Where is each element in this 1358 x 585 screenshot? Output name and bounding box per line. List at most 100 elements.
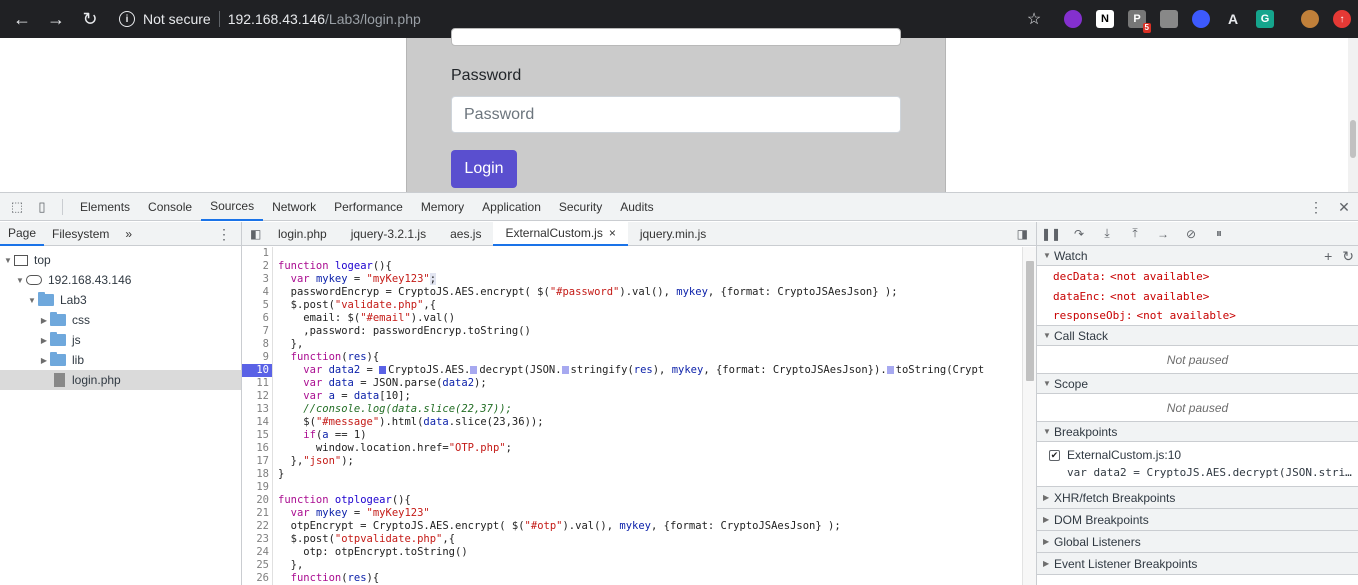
line-number[interactable]: 1 bbox=[242, 247, 272, 260]
reload-icon[interactable]: ↻ bbox=[74, 3, 106, 35]
breakpoints-header[interactable]: ▼ Breakpoints bbox=[1037, 422, 1358, 442]
tab-memory[interactable]: Memory bbox=[412, 193, 473, 221]
line-number[interactable]: 2 bbox=[242, 260, 272, 273]
more-options-icon[interactable]: ⋮ bbox=[1302, 199, 1330, 216]
tab-jquery-3-2-1-js[interactable]: jquery-3.2.1.js bbox=[339, 222, 438, 246]
toggle-debugger-icon[interactable]: ◨ bbox=[1017, 227, 1028, 241]
line-number[interactable]: 16 bbox=[242, 442, 272, 455]
close-icon[interactable]: ✕ bbox=[1330, 199, 1358, 216]
expand-triangle-icon[interactable]: ▼ bbox=[2, 256, 14, 265]
line-number[interactable]: 20 bbox=[242, 494, 272, 507]
scope-header[interactable]: ▼ Scope bbox=[1037, 374, 1358, 394]
line-number[interactable]: 9 bbox=[242, 351, 272, 364]
line-number[interactable]: 19 bbox=[242, 481, 272, 494]
tab-network[interactable]: Network bbox=[263, 193, 325, 221]
tree-item-lib[interactable]: ▶ lib bbox=[0, 350, 241, 370]
scroll-thumb[interactable] bbox=[1026, 261, 1034, 381]
xhr-breakpoints-header[interactable]: ▶ XHR/fetch Breakpoints bbox=[1037, 487, 1358, 509]
editor-scrollbar[interactable] bbox=[1022, 247, 1036, 585]
breakpoint-line-number[interactable]: 10 bbox=[242, 364, 272, 377]
avatar[interactable] bbox=[1301, 10, 1319, 28]
close-tab-icon[interactable]: × bbox=[609, 226, 616, 240]
inline-breakpoint-icon[interactable] bbox=[886, 366, 894, 374]
tree-item-css[interactable]: ▶ css bbox=[0, 310, 241, 330]
line-number[interactable]: 17 bbox=[242, 455, 272, 468]
line-number[interactable]: 7 bbox=[242, 325, 272, 338]
star-icon[interactable]: ☆ bbox=[1025, 10, 1043, 28]
collapse-triangle-icon[interactable]: ▶ bbox=[38, 356, 50, 365]
line-number[interactable]: 6 bbox=[242, 312, 272, 325]
line-number[interactable]: 26 bbox=[242, 572, 272, 585]
password-field[interactable]: Password bbox=[451, 96, 901, 133]
pause-on-exceptions-icon[interactable]: ⏸ bbox=[1205, 226, 1233, 241]
line-number[interactable]: 22 bbox=[242, 520, 272, 533]
forward-icon[interactable]: → bbox=[40, 3, 72, 35]
expand-triangle-icon[interactable]: ▼ bbox=[1043, 427, 1054, 436]
collapse-triangle-icon[interactable]: ▶ bbox=[1043, 537, 1054, 546]
tab-page[interactable]: Page bbox=[0, 222, 45, 246]
scroll-thumb[interactable] bbox=[1350, 120, 1356, 158]
step-into-icon[interactable]: ⤓ bbox=[1093, 226, 1121, 241]
notion-icon[interactable]: N bbox=[1096, 10, 1114, 28]
tree-item-top[interactable]: ▼ top bbox=[0, 250, 241, 270]
device-toggle-icon[interactable]: ▯ bbox=[34, 199, 50, 215]
extension-blue-icon[interactable] bbox=[1192, 10, 1210, 28]
expand-triangle-icon[interactable]: ▼ bbox=[26, 296, 38, 305]
line-number[interactable]: 23 bbox=[242, 533, 272, 546]
line-number[interactable]: 24 bbox=[242, 546, 272, 559]
tab-jquery-min-js[interactable]: jquery.min.js bbox=[628, 222, 718, 246]
deactivate-breakpoints-icon[interactable]: ⊘ bbox=[1177, 227, 1205, 241]
collapse-triangle-icon[interactable]: ▶ bbox=[38, 316, 50, 325]
breakpoint-item[interactable]: ✔ ExternalCustom.js:10 bbox=[1037, 446, 1358, 464]
update-icon[interactable]: ↑ bbox=[1333, 10, 1351, 28]
step-out-icon[interactable]: ⤒ bbox=[1121, 226, 1149, 241]
expand-triangle-icon[interactable]: ▼ bbox=[1043, 379, 1054, 388]
breakpoint-checkbox[interactable]: ✔ bbox=[1049, 449, 1060, 461]
back-icon[interactable]: ← bbox=[6, 3, 38, 35]
login-button[interactable]: Login bbox=[451, 150, 517, 188]
tree-item-login-php[interactable]: login.php bbox=[0, 370, 241, 390]
collapse-triangle-icon[interactable]: ▶ bbox=[1043, 559, 1054, 568]
inspect-icon[interactable]: ⬚ bbox=[9, 199, 25, 215]
step-over-icon[interactable]: ↷ bbox=[1065, 227, 1093, 241]
line-number[interactable]: 15 bbox=[242, 429, 272, 442]
tab-filesystem[interactable]: Filesystem bbox=[44, 222, 117, 246]
watch-header[interactable]: ▼ Watch + ↻ bbox=[1037, 246, 1358, 266]
dom-breakpoints-header[interactable]: ▶ DOM Breakpoints bbox=[1037, 509, 1358, 531]
line-number[interactable]: 13 bbox=[242, 403, 272, 416]
refresh-icon[interactable]: ↻ bbox=[1342, 248, 1354, 265]
tab-application[interactable]: Application bbox=[473, 193, 550, 221]
tab-login-php[interactable]: login.php bbox=[266, 222, 339, 246]
line-number[interactable]: 11 bbox=[242, 377, 272, 390]
expand-triangle-icon[interactable]: ▼ bbox=[1043, 331, 1054, 340]
watch-item[interactable]: decData: <not available> bbox=[1037, 266, 1358, 286]
tab-audits[interactable]: Audits bbox=[611, 193, 662, 221]
collapse-triangle-icon[interactable]: ▶ bbox=[38, 336, 50, 345]
line-number[interactable]: 8 bbox=[242, 338, 272, 351]
tab-externalcustom-js[interactable]: ExternalCustom.js × bbox=[493, 221, 628, 246]
collapse-triangle-icon[interactable]: ▶ bbox=[1043, 493, 1054, 502]
call-stack-header[interactable]: ▼ Call Stack bbox=[1037, 326, 1358, 346]
expand-triangle-icon[interactable]: ▼ bbox=[14, 276, 26, 285]
line-number[interactable]: 18 bbox=[242, 468, 272, 481]
tree-item-host[interactable]: ▼ 192.168.43.146 bbox=[0, 270, 241, 290]
line-number[interactable]: 25 bbox=[242, 559, 272, 572]
collapse-triangle-icon[interactable]: ▶ bbox=[1043, 515, 1054, 524]
watch-item[interactable]: dataEnc: <not available> bbox=[1037, 286, 1358, 306]
inline-breakpoint-icon[interactable] bbox=[561, 366, 569, 374]
toggle-navigator-icon[interactable]: ◧ bbox=[250, 227, 266, 241]
line-number[interactable]: 5 bbox=[242, 299, 272, 312]
tab-console[interactable]: Console bbox=[139, 193, 201, 221]
step-icon[interactable]: → bbox=[1149, 227, 1177, 241]
more-options-icon[interactable]: ⋮ bbox=[217, 226, 231, 243]
tab-performance[interactable]: Performance bbox=[325, 193, 412, 221]
watch-item[interactable]: responseObj: <not available> bbox=[1037, 306, 1358, 326]
inline-breakpoint-icon[interactable] bbox=[470, 366, 478, 374]
pause-icon[interactable]: ❚❚ bbox=[1037, 227, 1065, 241]
inline-breakpoint-icon[interactable] bbox=[379, 366, 387, 374]
event-listener-breakpoints-header[interactable]: ▶ Event Listener Breakpoints bbox=[1037, 553, 1358, 575]
line-number[interactable]: 4 bbox=[242, 286, 272, 299]
extension-grey-icon[interactable] bbox=[1160, 10, 1178, 28]
tab-sources[interactable]: Sources bbox=[201, 193, 264, 221]
grammarly-icon[interactable]: G bbox=[1256, 10, 1274, 28]
